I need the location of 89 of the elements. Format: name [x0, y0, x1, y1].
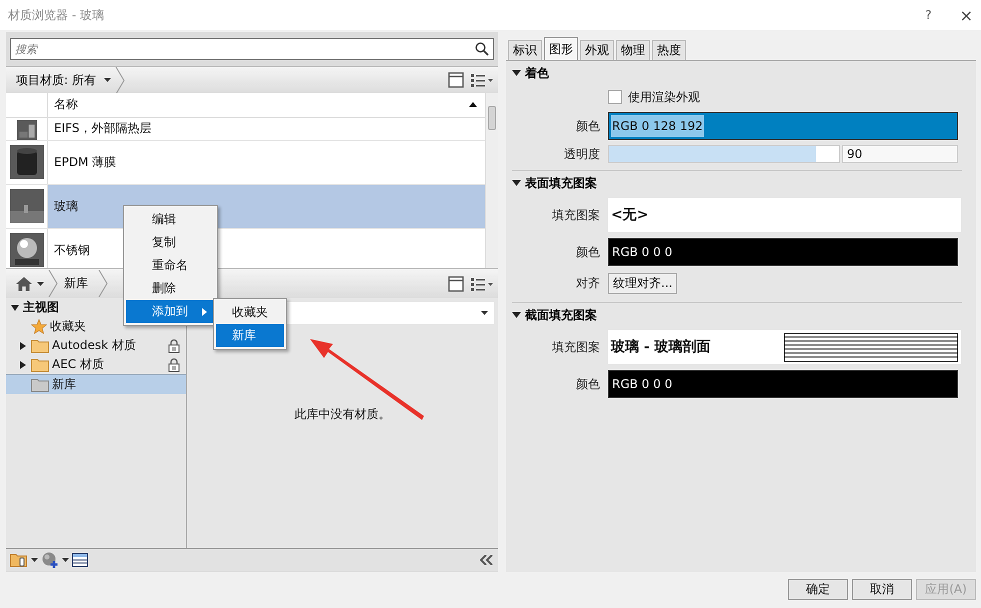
menu-item[interactable]: 添加到 [126, 300, 215, 323]
material-name: 玻璃 [54, 198, 78, 215]
star-icon [31, 319, 47, 334]
section-header[interactable]: 着色 [512, 61, 549, 85]
scrollbar[interactable] [485, 93, 498, 268]
search-icon[interactable] [475, 42, 489, 56]
breadcrumb-separator-icon [98, 270, 108, 297]
property-label: 对齐 [575, 274, 601, 292]
caret-icon [37, 282, 44, 286]
caret-icon [481, 311, 488, 315]
tab[interactable]: 标识 [508, 40, 542, 60]
property-label: 透明度 [563, 146, 601, 162]
help-button[interactable]: ? [925, 8, 932, 22]
color-swatch[interactable]: RGB 0 0 0 [608, 370, 958, 398]
window-title: 材质浏览器 - 玻璃 [8, 6, 105, 24]
sort-arrow-icon [469, 102, 477, 108]
tree-label: Autodesk 材质 [52, 337, 136, 354]
breadcrumb-item[interactable]: 新库 [58, 275, 98, 292]
folder-icon [31, 338, 49, 352]
fill-pattern-field[interactable]: <无> [608, 198, 961, 232]
menu-item[interactable]: 重命名 [126, 254, 215, 277]
menu-item[interactable]: 删除 [126, 277, 215, 300]
color-value: RGB 0 0 0 [611, 244, 674, 261]
breadcrumb-separator-icon [114, 66, 125, 94]
tree-item[interactable]: 新库 [6, 374, 186, 394]
property-label: 颜色 [575, 376, 601, 392]
transparency-slider[interactable] [608, 145, 840, 163]
material-thumbnail [10, 145, 44, 180]
material-name: EPDM 薄膜 [54, 154, 116, 171]
tab[interactable]: 热度 [652, 40, 686, 60]
folder-icon [31, 378, 49, 392]
folder-icon [31, 358, 49, 372]
tree-label: AEC 材质 [52, 356, 104, 373]
close-button[interactable]: × [960, 6, 973, 24]
menu-item[interactable]: 编辑 [126, 208, 215, 231]
list-view-icon[interactable] [470, 72, 494, 88]
color-value: RGB 0 128 192 [611, 115, 704, 137]
material-name: EIFS，外部隔热层 [54, 120, 152, 137]
home-icon [16, 276, 32, 290]
dialog-button[interactable]: 取消 [852, 579, 912, 600]
section-header[interactable]: 截面填充图案 [512, 303, 597, 327]
menu-item[interactable]: 复制 [126, 231, 215, 254]
color-swatch[interactable]: RGB 0 0 0 [608, 238, 958, 266]
list-view-icon[interactable] [470, 276, 494, 292]
texture-align-button[interactable]: 纹理对齐... [608, 272, 678, 294]
tab[interactable]: 图形 [544, 37, 578, 60]
collapse-arrow-icon[interactable] [11, 304, 19, 312]
tree-label: 主视图 [23, 299, 59, 316]
property-label: 颜色 [575, 244, 601, 260]
collapse-panel-icon[interactable] [480, 555, 494, 565]
material-name: 不锈钢 [54, 242, 90, 259]
breadcrumb-separator-icon [48, 270, 58, 297]
menu-item[interactable]: 收藏夹 [216, 301, 284, 324]
globe-plus-icon[interactable] [41, 552, 59, 568]
expand-arrow-icon[interactable] [19, 342, 27, 350]
folder-icon[interactable] [10, 553, 28, 567]
section-header[interactable]: 表面填充图案 [512, 171, 597, 195]
color-swatch[interactable]: RGB 0 128 192 [608, 112, 958, 140]
panel-view-icon[interactable] [448, 72, 464, 88]
caret-icon [104, 78, 111, 82]
tree-label: 收藏夹 [50, 318, 86, 335]
material-thumbnail [10, 189, 44, 224]
pattern-name: 玻璃 - 玻璃剖面 [611, 338, 711, 356]
property-label: 填充图案 [551, 338, 601, 356]
tab[interactable]: 物理 [616, 40, 650, 60]
tab[interactable]: 外观 [580, 40, 614, 60]
column-header[interactable]: 名称 [48, 93, 485, 117]
property-label: 填充图案 [551, 206, 601, 224]
panel-view-icon[interactable] [448, 276, 464, 292]
table-icon[interactable] [72, 553, 88, 567]
dropdown-caret-icon [31, 558, 38, 562]
checkbox-label: 使用渲染外观 [628, 88, 700, 106]
tree-item[interactable]: AEC 材质 [6, 355, 186, 374]
transparency-value[interactable]: 90 [842, 145, 958, 163]
property-label: 颜色 [575, 118, 601, 134]
column-title: 名称 [54, 96, 78, 114]
pattern-name: <无> [611, 206, 648, 224]
empty-message: 此库中没有材质。 [294, 406, 390, 422]
menu-item[interactable]: 新库 [216, 324, 284, 347]
fill-pattern-field[interactable]: 玻璃 - 玻璃剖面 [608, 330, 961, 364]
search-field[interactable]: 搜索 [10, 38, 494, 60]
tree-label: 新库 [52, 376, 76, 393]
expand-arrow-icon[interactable] [19, 360, 27, 368]
dropdown-caret-icon [62, 558, 69, 562]
checkbox[interactable] [608, 90, 622, 104]
dialog-button[interactable]: 确定 [788, 579, 848, 600]
tree-item[interactable]: Autodesk 材质 [6, 336, 186, 355]
color-value: RGB 0 0 0 [611, 376, 674, 393]
material-row[interactable]: EIFS，外部隔热层 [6, 118, 485, 141]
